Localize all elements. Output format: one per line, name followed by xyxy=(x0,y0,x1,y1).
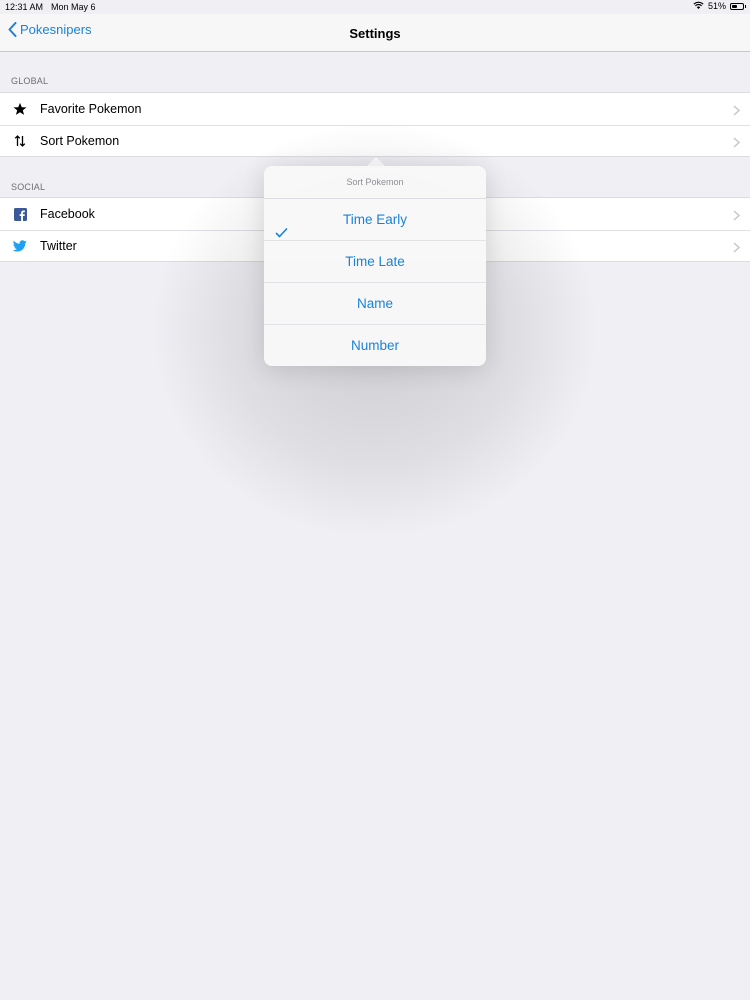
chevron-right-icon xyxy=(733,208,741,226)
section-header-social: SOCIAL xyxy=(11,182,46,192)
option-label: Number xyxy=(350,338,399,353)
row-label: Facebook xyxy=(40,207,95,221)
popover-title: Sort Pokemon xyxy=(264,166,486,199)
option-label: Name xyxy=(356,296,393,311)
option-label: Time Early xyxy=(342,212,407,227)
status-right: 51% xyxy=(693,1,746,11)
battery-fill xyxy=(732,4,737,8)
wifi-icon xyxy=(693,1,704,11)
row-label: Sort Pokemon xyxy=(40,134,120,148)
status-bar: 12:31 AM Mon May 6 51% xyxy=(0,0,750,14)
sort-arrows-icon xyxy=(12,133,28,149)
navigation-bar: Pokesnipers Settings xyxy=(0,14,750,52)
status-date: Mon May 6 xyxy=(51,2,96,12)
row-label: Favorite Pokemon xyxy=(40,102,142,116)
chevron-right-icon xyxy=(733,103,741,121)
star-icon xyxy=(12,101,28,117)
settings-group-global: Favorite Pokemon Sort Pokemon xyxy=(0,92,750,157)
page-title: Settings xyxy=(349,26,401,41)
sort-option-time-late[interactable]: Time Late xyxy=(264,241,486,283)
facebook-icon xyxy=(12,206,28,222)
twitter-icon xyxy=(12,238,28,254)
sort-option-time-early[interactable]: Time Early xyxy=(264,199,486,241)
row-label: Twitter xyxy=(40,239,77,253)
chevron-right-icon xyxy=(733,135,741,153)
row-favorite-pokemon[interactable]: Favorite Pokemon xyxy=(0,93,750,125)
chevron-right-icon xyxy=(733,240,741,258)
option-label: Time Late xyxy=(345,254,405,269)
sort-popover: Sort Pokemon Time Early Time Late Name N… xyxy=(264,166,486,366)
sort-option-name[interactable]: Name xyxy=(264,283,486,325)
row-sort-pokemon[interactable]: Sort Pokemon xyxy=(0,125,750,157)
section-header-global: GLOBAL xyxy=(11,76,49,86)
battery-percent: 51% xyxy=(707,1,726,11)
sort-option-number[interactable]: Number xyxy=(264,325,486,366)
battery-icon xyxy=(730,2,746,10)
popover-arrow xyxy=(367,157,385,166)
status-time: 12:31 AM xyxy=(5,2,44,12)
